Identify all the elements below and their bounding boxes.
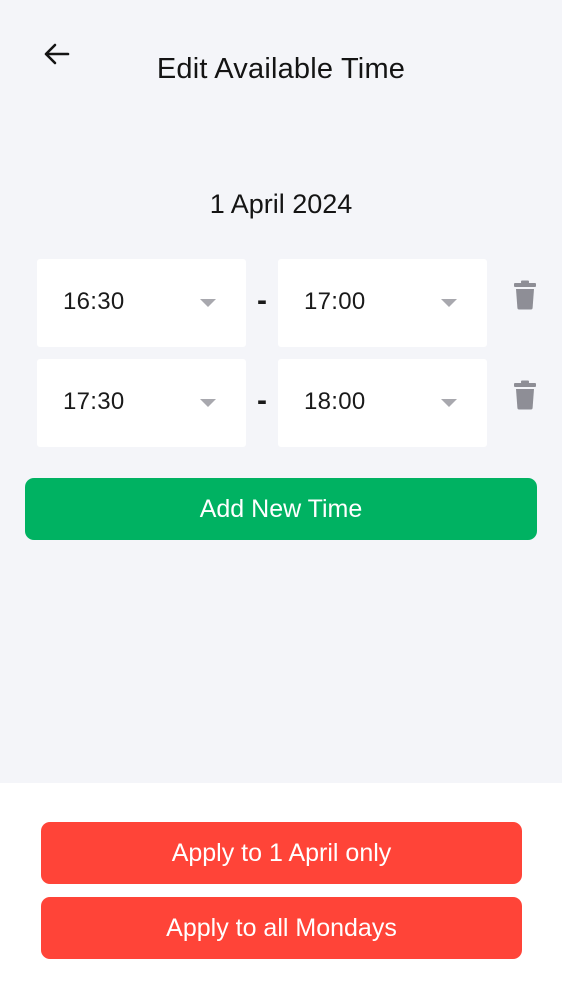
time-range-separator: - <box>257 384 267 417</box>
selected-date: 1 April 2024 <box>209 189 353 219</box>
time-range-separator: - <box>257 284 267 317</box>
start-time-dropdown[interactable]: 16:30 <box>37 259 246 347</box>
delete-time-slot-button[interactable] <box>510 379 540 415</box>
add-new-time-button[interactable]: Add New Time <box>25 478 537 540</box>
start-time-dropdown[interactable]: 17:30 <box>37 359 246 447</box>
page-title: Edit Available Time <box>156 53 406 85</box>
chevron-down-icon <box>200 299 216 307</box>
bottom-action-panel: Apply to 1 April only Apply to all Monda… <box>0 783 562 1000</box>
time-slot-row: 16:30 - 17:00 <box>0 259 562 347</box>
time-slot-row: 17:30 - 18:00 <box>0 359 562 447</box>
chevron-down-icon <box>441 399 457 407</box>
end-time-value: 17:00 <box>304 288 366 315</box>
chevron-down-icon <box>441 299 457 307</box>
trash-icon <box>513 380 537 415</box>
delete-time-slot-button[interactable] <box>510 279 540 315</box>
chevron-down-icon <box>200 399 216 407</box>
trash-icon <box>513 280 537 315</box>
end-time-value: 18:00 <box>304 388 366 415</box>
end-time-dropdown[interactable]: 18:00 <box>278 359 487 447</box>
start-time-value: 17:30 <box>63 388 125 415</box>
apply-to-all-mondays-button[interactable]: Apply to all Mondays <box>41 897 522 959</box>
start-time-value: 16:30 <box>63 288 125 315</box>
apply-to-date-button[interactable]: Apply to 1 April only <box>41 822 522 884</box>
end-time-dropdown[interactable]: 17:00 <box>278 259 487 347</box>
